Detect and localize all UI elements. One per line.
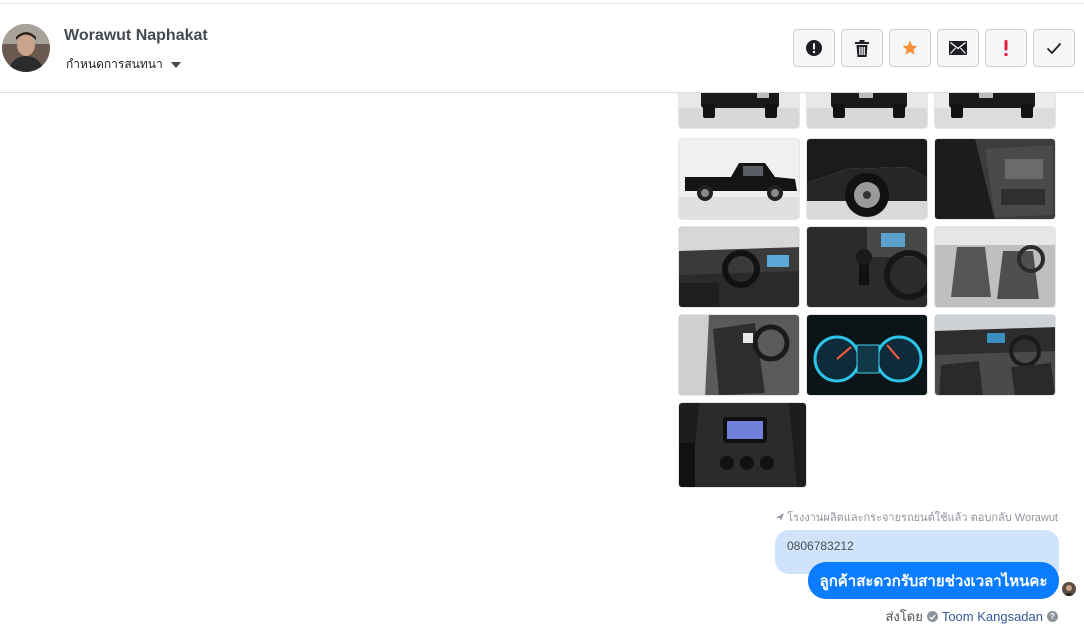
verified-check-icon bbox=[926, 611, 938, 622]
exclamation-icon bbox=[1004, 40, 1008, 56]
conversation-header: Worawut Naphakat กำหนดการสนทนา bbox=[0, 4, 1084, 93]
contact-name: Worawut Naphakat bbox=[64, 27, 208, 44]
sent-by-line: ส่งโดย Toom Kangsadan ? bbox=[885, 606, 1058, 627]
follow-up-button[interactable] bbox=[985, 29, 1027, 67]
gallery-photo-gear-shifter[interactable] bbox=[806, 226, 928, 308]
assign-conversation-dropdown[interactable]: กำหนดการสนทนา bbox=[66, 55, 181, 74]
mark-done-button[interactable] bbox=[1033, 29, 1075, 67]
quoted-message-text: 0806783212 bbox=[787, 539, 854, 553]
reply-arrow-icon bbox=[776, 513, 785, 521]
conversation-actions bbox=[793, 29, 1075, 67]
read-receipt-avatar bbox=[1062, 582, 1076, 596]
gallery-photo-wheel-closeup[interactable] bbox=[806, 138, 928, 220]
star-icon bbox=[902, 40, 918, 55]
gallery-photo-door-open[interactable] bbox=[934, 138, 1056, 220]
gallery-photo-cabin-interior[interactable] bbox=[934, 314, 1056, 396]
sent-by-label: ส่งโดย bbox=[885, 609, 923, 624]
agent-name-link[interactable]: Toom Kangsadan bbox=[942, 609, 1043, 624]
delete-button[interactable] bbox=[841, 29, 883, 67]
alert-circle-icon bbox=[806, 40, 822, 56]
reply-note-text: โรงงานผลิตและกระจายรถยนต์ใช้แล้ว ตอบกลับ… bbox=[787, 512, 1058, 524]
gallery-photo-front-seats[interactable] bbox=[934, 226, 1056, 308]
gallery-photo-driver-seat[interactable] bbox=[678, 314, 800, 396]
sent-message-text: ลูกค้าสะดวกรับสายช่วงเวลาไหนคะ bbox=[819, 572, 1048, 590]
caret-down-icon bbox=[170, 61, 181, 68]
gallery-photo-gauge-cluster[interactable] bbox=[806, 314, 928, 396]
sent-message-bubble[interactable]: ลูกค้าสะดวกรับสายช่วงเวลาไหนคะ bbox=[808, 562, 1059, 599]
star-button[interactable] bbox=[889, 29, 931, 67]
assign-conversation-label: กำหนดการสนทนา bbox=[66, 57, 163, 71]
gallery-photo-truck-side[interactable] bbox=[678, 138, 800, 220]
envelope-icon bbox=[949, 41, 967, 55]
gallery-photo-dashboard[interactable] bbox=[678, 226, 800, 308]
contact-avatar[interactable] bbox=[2, 24, 50, 72]
check-icon bbox=[1046, 42, 1062, 54]
help-icon[interactable]: ? bbox=[1047, 611, 1058, 622]
reply-note: โรงงานผลิตและกระจายรถยนต์ใช้แล้ว ตอบกลับ… bbox=[775, 508, 1058, 526]
trash-icon bbox=[855, 39, 869, 57]
gallery-photo-center-console[interactable] bbox=[678, 402, 807, 488]
mark-unread-button[interactable] bbox=[937, 29, 979, 67]
mark-spam-button[interactable] bbox=[793, 29, 835, 67]
